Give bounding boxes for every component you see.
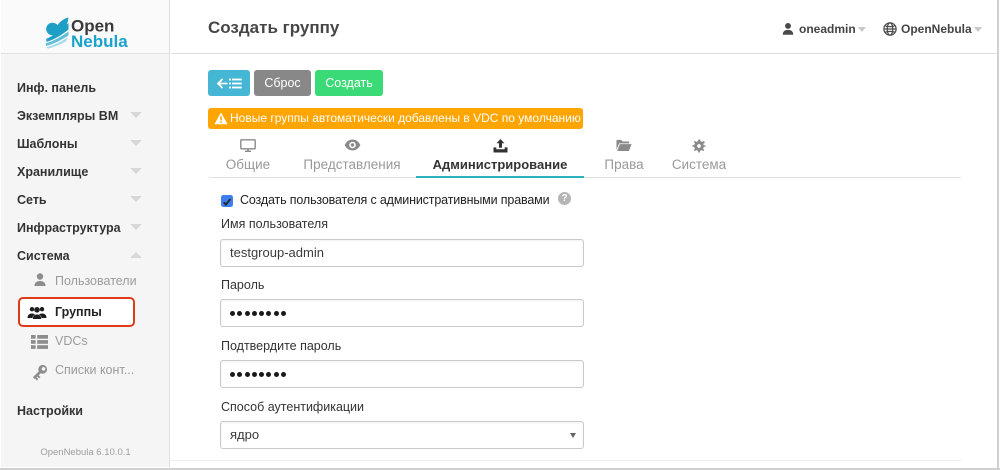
svg-text:Nebula: Nebula — [71, 32, 128, 50]
